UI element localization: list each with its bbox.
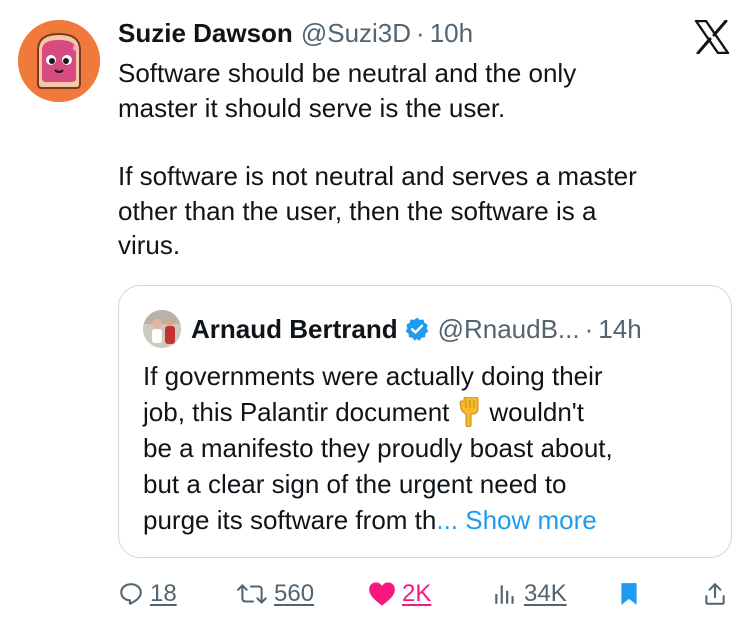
quoted-text-line: job, this Palantir document bbox=[143, 397, 450, 427]
bookmark-icon bbox=[621, 583, 637, 605]
tweet-text-line: virus. bbox=[118, 230, 181, 260]
quoted-text-line: If governments were actually doing their bbox=[143, 361, 603, 391]
quoted-author-name[interactable]: Arnaud Bertrand bbox=[191, 314, 398, 345]
quoted-tweet-timestamp[interactable]: 14h bbox=[598, 314, 641, 345]
bookmark-button[interactable] bbox=[618, 574, 640, 614]
quoted-tweet-card[interactable]: Arnaud Bertrand @RnaudB... · 14h If gove… bbox=[118, 285, 732, 558]
tweet-header: Suzie Dawson @Suzi3D · 10h bbox=[118, 16, 473, 50]
quoted-text-line: be a manifesto they proudly boast about, bbox=[143, 433, 613, 463]
x-logo-icon bbox=[694, 20, 730, 54]
views-count: 34K bbox=[524, 580, 567, 607]
tweet-action-bar: 18 560 2K 34K bbox=[118, 574, 732, 614]
tweet-text: Software should be neutral and the only … bbox=[118, 56, 728, 263]
views-icon bbox=[495, 585, 514, 604]
quoted-tweet-text: If governments were actually doing their… bbox=[143, 358, 713, 538]
verified-badge-icon bbox=[405, 317, 428, 341]
author-avatar[interactable] bbox=[18, 20, 100, 102]
tweet-text-line: Software should be neutral and the only bbox=[118, 58, 577, 88]
like-button[interactable]: 2K bbox=[368, 574, 431, 614]
share-icon bbox=[705, 583, 725, 605]
toast-character-icon bbox=[18, 20, 100, 102]
show-more-link[interactable]: ... Show more bbox=[436, 505, 596, 535]
pointing-down-emoji-icon bbox=[459, 397, 479, 427]
quoted-text-line: wouldn't bbox=[489, 397, 584, 427]
share-button[interactable] bbox=[702, 574, 728, 614]
quoted-text-line: purge its software from th bbox=[143, 505, 437, 535]
separator-dot: · bbox=[584, 313, 594, 344]
like-count: 2K bbox=[402, 580, 432, 607]
reply-icon bbox=[120, 583, 142, 605]
author-name[interactable]: Suzie Dawson bbox=[118, 18, 293, 49]
tweet-text-line: master it should serve is the user. bbox=[118, 92, 506, 123]
retweet-icon bbox=[237, 584, 267, 604]
views-button[interactable]: 34K bbox=[492, 574, 567, 614]
retweet-button[interactable]: 560 bbox=[236, 574, 314, 614]
retweet-count: 560 bbox=[274, 580, 315, 607]
tweet-timestamp[interactable]: 10h bbox=[430, 18, 473, 49]
quoted-author-handle[interactable]: @RnaudB... bbox=[438, 314, 580, 345]
tweet-text-line: If software is not neutral and serves a … bbox=[118, 161, 637, 191]
author-handle[interactable]: @Suzi3D bbox=[301, 18, 411, 49]
reply-button[interactable]: 18 bbox=[118, 574, 177, 614]
quoted-author-avatar[interactable] bbox=[143, 310, 181, 348]
tweet-text-line: other than the user, then the software i… bbox=[118, 195, 597, 226]
quoted-text-line: but a clear sign of the urgent need to bbox=[143, 469, 567, 499]
quoted-tweet-header: Arnaud Bertrand @RnaudB... · 14h bbox=[191, 310, 642, 348]
reply-count: 18 bbox=[150, 580, 177, 607]
separator-dot: · bbox=[416, 17, 425, 48]
heart-icon bbox=[369, 582, 395, 606]
person-photo-icon bbox=[143, 310, 181, 348]
